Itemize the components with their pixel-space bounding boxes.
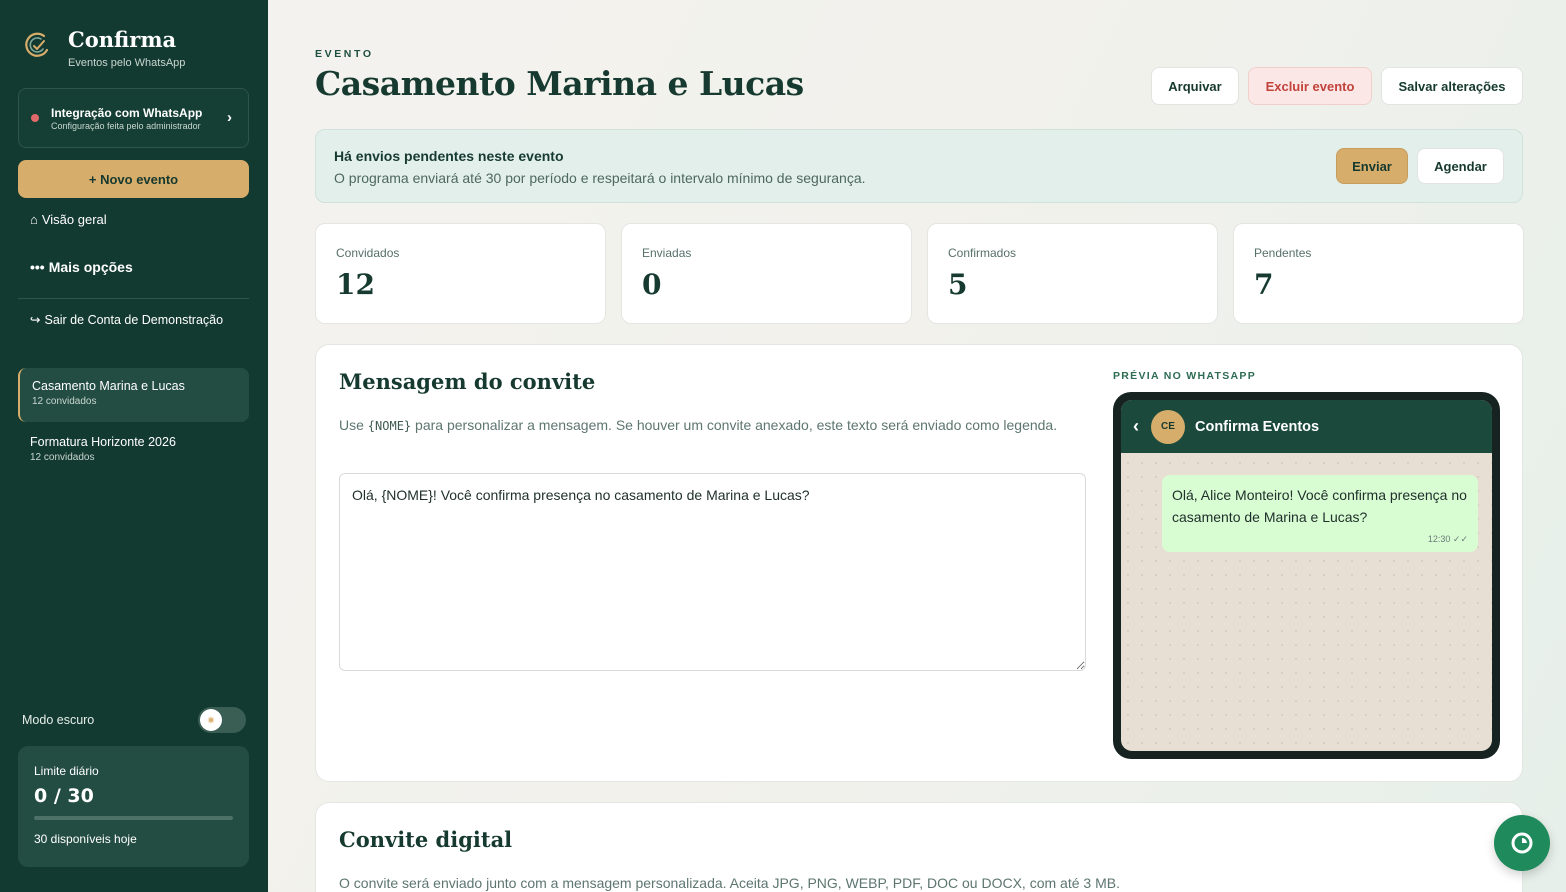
contact-name: Confirma Eventos [1195,418,1320,435]
stat-label: Enviadas [642,246,692,260]
stat-value: 12 [336,268,375,301]
event-item-title: Casamento Marina e Lucas [32,379,185,393]
brand-name: Confirma [68,27,177,52]
bubble-text: Olá, Alice Monteiro! Você confirma prese… [1172,487,1467,525]
chat-icon [1511,832,1533,854]
help-text-before: Use [339,417,368,433]
preview-label: PRÉVIA NO WHATSAPP [1113,370,1256,382]
schedule-button[interactable]: Agendar [1417,148,1504,184]
status-dot [31,114,39,122]
page-eyebrow: EVENTO [315,48,374,60]
delete-event-button[interactable]: Excluir evento [1248,67,1372,105]
daily-limit-available: 30 disponíveis hoje [34,832,137,846]
stat-label: Confirmados [948,246,1017,260]
bubble-time: 12:30 ✓✓ [1427,534,1468,544]
chat-fab-button[interactable] [1494,815,1550,871]
brand-tagline: Eventos pelo WhatsApp [68,57,186,69]
daily-limit-value: 0 / 30 [34,785,94,807]
chat-screen: ‹ CE Confirma Eventos Olá, Alice Monteir… [1121,400,1492,751]
sidebar-item-more[interactable]: ••• Mais opções [30,259,133,275]
dark-mode-row: Modo escuro ✷ [22,706,246,734]
daily-limit-progress [34,816,233,820]
help-text-after: para personalizar a mensagem. Se houver … [411,417,1058,433]
sidebar-item-label: Visão geral [41,212,107,227]
event-item-title: Formatura Horizonte 2026 [30,435,176,449]
dark-mode-label: Modo escuro [22,713,95,727]
sidebar: Confirma Eventos pelo WhatsApp Integraçã… [0,0,268,892]
alert-title: Há envios pendentes neste evento [334,148,564,164]
divider [18,298,249,299]
save-changes-button[interactable]: Salvar alterações [1381,67,1523,105]
digital-invite-card: Convite digital O convite será enviado j… [315,802,1523,892]
stat-value: 0 [642,268,662,301]
dark-mode-toggle[interactable]: ✷ [198,707,246,733]
back-arrow-icon: ‹ [1133,416,1139,436]
sidebar-item-logout[interactable]: ↪ Sair de Conta de Demonstração [30,312,224,328]
home-icon: ⌂ [30,212,38,227]
whatsapp-preview-phone: ‹ CE Confirma Eventos Olá, Alice Monteir… [1113,392,1500,759]
name-token: {NOME} [367,419,412,433]
sidebar-event-item[interactable]: Casamento Marina e Lucas 12 convidados [18,368,249,422]
chat-header: ‹ CE Confirma Eventos [1121,400,1492,453]
stat-card-confirmed: Confirmados 5 [927,223,1218,324]
stat-card-guests: Convidados 12 [315,223,606,324]
pending-sends-alert: Há envios pendentes neste evento O progr… [315,129,1523,203]
archive-button[interactable]: Arquivar [1151,67,1239,105]
logout-arrow-icon: ↪ [30,313,41,327]
sidebar-item-overview[interactable]: ⌂ Visão geral [30,212,107,227]
section-title: Convite digital [339,827,513,852]
message-textarea[interactable]: Olá, {NOME}! Você confirma presença no c… [339,473,1086,671]
chevron-right-icon: › [227,109,232,126]
sidebar-event-item[interactable]: Formatura Horizonte 2026 12 convidados [18,424,249,478]
send-button[interactable]: Enviar [1336,148,1408,184]
whatsapp-integration-card[interactable]: Integração com WhatsApp Configuração fei… [18,88,249,148]
alert-text: O programa enviará até 30 por período e … [334,170,866,186]
stat-label: Pendentes [1254,246,1312,260]
stat-value: 7 [1254,268,1274,301]
event-item-subtitle: 12 convidados [32,396,97,407]
invite-help-text: O convite será enviado junto com a mensa… [339,875,1120,891]
sidebar-item-label: Sair de Conta de Demonstração [44,312,224,327]
stat-card-pending: Pendentes 7 [1233,223,1524,324]
more-dots-icon: ••• [30,259,45,275]
sidebar-item-label: Mais opções [48,259,133,275]
sun-icon: ✷ [200,709,222,731]
avatar: CE [1151,409,1185,444]
daily-limit-card: Limite diário 0 / 30 30 disponíveis hoje [18,746,249,867]
section-title: Mensagem do convite [339,369,596,394]
whatsapp-integration-title: Integração com WhatsApp [51,105,203,120]
main-content: EVENTO Casamento Marina e Lucas Arquivar… [268,0,1566,892]
stat-label: Convidados [336,246,400,260]
daily-limit-label: Limite diário [34,764,99,778]
brand[interactable]: Confirma Eventos pelo WhatsApp [22,28,185,69]
invite-message-card: Mensagem do convite Use {NOME} para pers… [315,344,1523,782]
page-title: Casamento Marina e Lucas [315,64,804,103]
confirma-logo-icon [25,32,49,57]
stat-card-sent: Enviadas 0 [621,223,912,324]
message-bubble: Olá, Alice Monteiro! Você confirma prese… [1162,475,1478,552]
new-event-button[interactable]: + Novo evento [18,160,249,198]
stat-value: 5 [948,268,968,301]
event-item-subtitle: 12 convidados [30,452,95,463]
message-help-text: Use {NOME} para personalizar a mensagem.… [339,414,1069,438]
whatsapp-integration-subtitle: Configuração feita pelo administrador [51,120,201,131]
